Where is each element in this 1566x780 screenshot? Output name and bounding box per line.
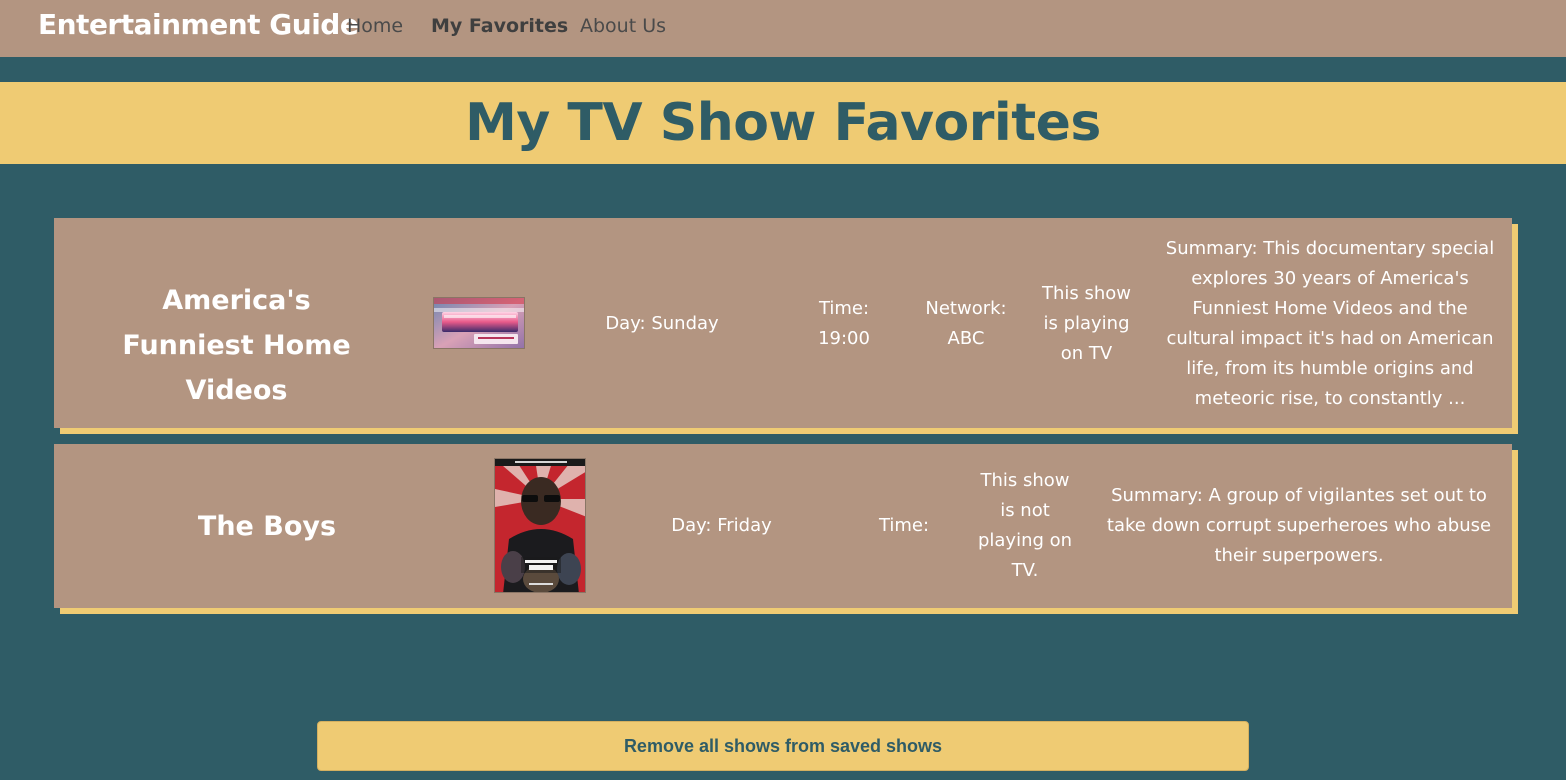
brand-logo[interactable]: Entertainment Guide <box>38 8 359 41</box>
show-title[interactable]: The Boys <box>172 504 362 549</box>
top-navbar: Entertainment Guide Home My Favorites Ab… <box>0 0 1566 57</box>
show-summary: Summary: A group of vigilantes set out t… <box>1106 485 1492 566</box>
show-time: Time: 19:00 <box>818 298 870 349</box>
show-status: This show is playing on TV <box>1041 283 1132 364</box>
show-network: Network: ABC <box>925 298 1007 349</box>
nav-home-link[interactable]: Home <box>347 15 403 37</box>
afhv-poster-icon[interactable] <box>433 297 525 349</box>
nav-about-us-link[interactable]: About Us <box>580 15 666 37</box>
show-card: America's Funniest Home Videos Day: Sund… <box>54 218 1512 428</box>
show-day: Day: Sunday <box>605 313 719 334</box>
show-summary: Summary: This documentary special explor… <box>1165 238 1495 409</box>
nav-my-favorites-link[interactable]: My Favorites <box>431 15 568 37</box>
show-status: This show is not playing on TV. <box>977 470 1073 581</box>
page-title-banner: My TV Show Favorites <box>0 82 1566 164</box>
show-title[interactable]: America's Funniest Home Videos <box>94 278 379 413</box>
remove-all-shows-button[interactable]: Remove all shows from saved shows <box>317 721 1249 771</box>
page-title: My TV Show Favorites <box>465 93 1101 153</box>
the-boys-poster-icon[interactable] <box>494 458 586 593</box>
show-card: The Boys Day: Friday Time: This show is … <box>54 444 1512 608</box>
show-day: Day: Friday <box>671 515 772 536</box>
show-time: Time: <box>878 515 930 536</box>
